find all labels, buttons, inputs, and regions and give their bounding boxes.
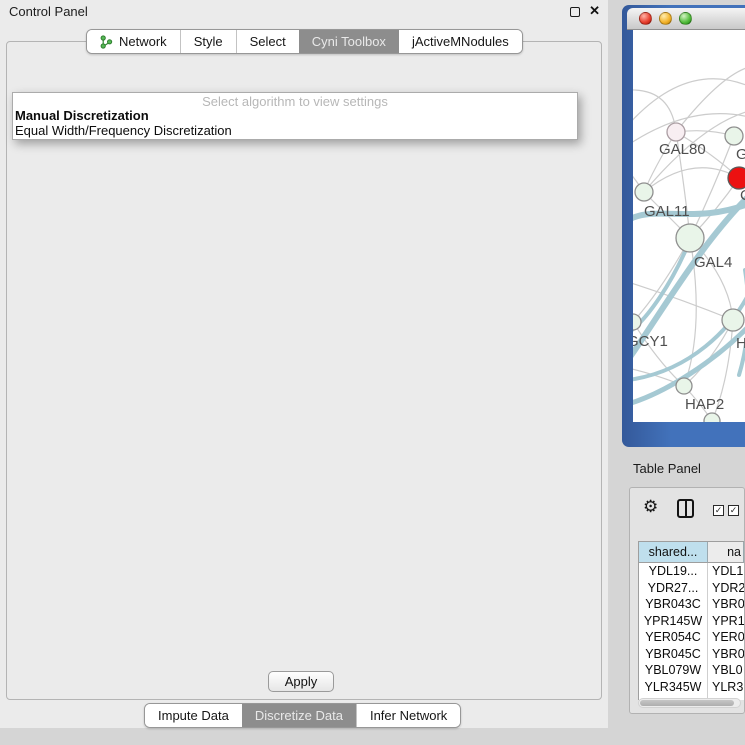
node-attribute-table: shared... na YDL19...YDL1 YDR27...YDR2 Y… bbox=[638, 541, 744, 700]
node-label: H bbox=[736, 335, 745, 352]
tab-network[interactable]: Network bbox=[87, 30, 180, 53]
node-label: GAL11 bbox=[644, 203, 690, 220]
table-row[interactable]: YBR043CYBR0 bbox=[639, 596, 744, 613]
control-panel-titlebar[interactable]: Control Panel ✕ bbox=[0, 0, 608, 22]
network-icon bbox=[100, 35, 113, 49]
node-gal80[interactable] bbox=[667, 123, 685, 141]
node-label: C bbox=[740, 187, 745, 204]
network-window-titlebar[interactable] bbox=[627, 8, 745, 30]
network-canvas[interactable]: GAL80 GA C GAL11 GAL4 GCY1 H HAP2 bbox=[633, 30, 745, 422]
node-label: GAL80 bbox=[659, 141, 706, 158]
control-panel-window: Control Panel ✕ Network Style Select Cy bbox=[0, 0, 608, 728]
tab-cyni-toolbox[interactable]: Cyni Toolbox bbox=[299, 30, 399, 53]
gear-icon[interactable]: ⚙ bbox=[643, 497, 658, 517]
column-header-name[interactable]: na bbox=[708, 542, 744, 563]
node-gcy1[interactable] bbox=[633, 314, 641, 330]
tab-infer-network[interactable]: Infer Network bbox=[356, 704, 460, 727]
table-row[interactable]: YDL19...YDL1 bbox=[639, 563, 744, 580]
checkbox-icon[interactable]: ✓ bbox=[728, 505, 739, 516]
node-hap2[interactable] bbox=[676, 378, 692, 394]
option-manual-discretization[interactable]: Manual Discretization bbox=[15, 108, 149, 123]
top-tabstrip: Network Style Select Cyni Toolbox jActiv… bbox=[86, 29, 523, 54]
column-header-shared-name[interactable]: shared... bbox=[639, 542, 708, 563]
tab-style[interactable]: Style bbox=[180, 30, 236, 53]
node-gal11[interactable] bbox=[635, 183, 653, 201]
table-panel-title: Table Panel bbox=[633, 461, 701, 476]
split-columns-icon[interactable] bbox=[677, 499, 694, 518]
network-view-window: GAL80 GA C GAL11 GAL4 GCY1 H HAP2 bbox=[622, 5, 745, 447]
tab-select[interactable]: Select bbox=[236, 30, 299, 53]
close-icon[interactable]: ✕ bbox=[589, 3, 600, 19]
table-row[interactable]: YPR145WYPR1 bbox=[639, 613, 744, 630]
table-row[interactable]: YBR045CYBR0 bbox=[639, 646, 744, 663]
desktop: Control Panel ✕ Network Style Select Cy bbox=[0, 0, 745, 745]
apply-button[interactable]: Apply bbox=[268, 671, 334, 692]
zoom-traffic-light-icon[interactable] bbox=[679, 12, 692, 25]
algorithm-hint: Select algorithm to view settings bbox=[13, 94, 577, 109]
table-horizontal-scrollbar-thumb[interactable] bbox=[640, 700, 734, 706]
table-row[interactable]: YLR345WYLR3 bbox=[639, 679, 744, 696]
node-label: HAP2 bbox=[685, 396, 724, 413]
table-row[interactable]: YER054CYER0 bbox=[639, 629, 744, 646]
node-selected-red[interactable] bbox=[728, 167, 745, 189]
node-top-right[interactable] bbox=[725, 127, 743, 145]
minimize-traffic-light-icon[interactable] bbox=[659, 12, 672, 25]
close-traffic-light-icon[interactable] bbox=[639, 12, 652, 25]
window-title: Control Panel bbox=[9, 4, 88, 19]
node-label: GCY1 bbox=[633, 333, 668, 350]
table-row[interactable]: YDR27...YDR2 bbox=[639, 580, 744, 597]
network-graph: GAL80 GA C GAL11 GAL4 GCY1 H HAP2 bbox=[633, 30, 745, 422]
table-horizontal-scrollbar[interactable] bbox=[638, 698, 741, 708]
bottom-tabstrip: Impute Data Discretize Data Infer Networ… bbox=[144, 703, 461, 728]
tab-jactivemnodules[interactable]: jActiveMNodules bbox=[399, 30, 522, 53]
node-right-edge[interactable] bbox=[722, 309, 744, 331]
tab-discretize-data[interactable]: Discretize Data bbox=[242, 704, 356, 727]
node-bottom-partial[interactable] bbox=[704, 413, 720, 422]
tab-impute-data[interactable]: Impute Data bbox=[145, 704, 242, 727]
node-gal4[interactable] bbox=[676, 224, 704, 252]
checkbox-icon[interactable]: ✓ bbox=[713, 505, 724, 516]
table-panel: ⚙ ✓ ✓ shared... na YDL19...YDL1 YDR27...… bbox=[629, 487, 745, 714]
table-header-row: shared... na bbox=[639, 542, 744, 563]
option-equal-width-frequency[interactable]: Equal Width/Frequency Discretization bbox=[15, 123, 232, 138]
table-row[interactable]: YBL079WYBL0 bbox=[639, 662, 744, 679]
float-window-icon[interactable] bbox=[570, 7, 580, 17]
node-label: GA bbox=[736, 146, 745, 163]
algorithm-dropdown-popup: Select algorithm to view settings Manual… bbox=[12, 92, 578, 140]
tab-network-label: Network bbox=[119, 34, 167, 49]
node-label: GAL4 bbox=[694, 254, 732, 271]
